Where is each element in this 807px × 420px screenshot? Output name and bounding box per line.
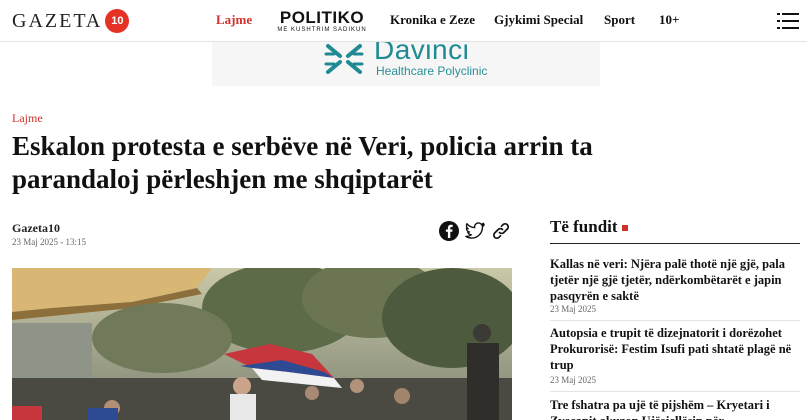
protest-photo-image bbox=[12, 268, 512, 420]
news-separator bbox=[550, 320, 800, 321]
nav-item-gjykimi[interactable]: Gjykimi Special bbox=[494, 12, 583, 28]
ad-banner[interactable]: Davinci Healthcare Polyclinic bbox=[212, 42, 600, 86]
logo-text: GAZETA bbox=[12, 9, 103, 32]
article-headline: Eskalon protesta e serbëve në Veri, poli… bbox=[12, 131, 593, 194]
davinci-logo-icon bbox=[324, 44, 364, 74]
site-header: GAZETA 10 Lajme POLITIKO ME KUSHTRIM SAD… bbox=[0, 0, 807, 42]
nav-item-10plus[interactable]: 10+ bbox=[659, 12, 679, 28]
latest-news-item-date: 23 Maj 2025 bbox=[550, 304, 596, 314]
nav-item-politiko[interactable]: POLITIKO ME KUSHTRIM SADIKUN bbox=[276, 9, 368, 34]
article-photo[interactable] bbox=[12, 268, 512, 420]
sidebar-title: Të fundit bbox=[550, 217, 628, 237]
politiko-subtitle: ME KUSHTRIM SADIKUN bbox=[277, 27, 367, 33]
article-author[interactable]: Gazeta10 bbox=[12, 221, 60, 236]
article-date: 23 Maj 2025 - 13:15 bbox=[12, 237, 86, 247]
red-square-icon bbox=[621, 225, 628, 232]
site-logo[interactable]: GAZETA 10 bbox=[12, 8, 130, 34]
article-category[interactable]: Lajme bbox=[12, 111, 43, 126]
latest-news-item-title[interactable]: Autopsia e trupit të dizejnatorit i dorë… bbox=[550, 325, 795, 373]
ad-subtitle: Healthcare Polyclinic bbox=[376, 64, 488, 78]
nav-item-kronika[interactable]: Kronika e Zeze bbox=[390, 12, 475, 28]
twitter-icon[interactable] bbox=[464, 220, 486, 242]
sidebar-divider bbox=[550, 243, 800, 244]
news-separator bbox=[550, 391, 800, 392]
politiko-logo-text: POLITIKO bbox=[279, 8, 365, 27]
nav-item-sport[interactable]: Sport bbox=[604, 12, 635, 28]
latest-news-item-title[interactable]: Kallas në veri: Njëra palë thotë një gjë… bbox=[550, 256, 795, 304]
nav-item-lajme[interactable]: Lajme bbox=[216, 12, 252, 28]
link-icon[interactable] bbox=[490, 220, 512, 242]
logo-badge: 10 bbox=[105, 9, 130, 33]
latest-news-item-date: 23 Maj 2025 bbox=[550, 375, 596, 385]
hamburger-menu-icon[interactable] bbox=[777, 12, 799, 30]
latest-news-item-title[interactable]: Tre fshatra pa ujë të pijshëm – Kryetari… bbox=[550, 397, 795, 420]
sidebar-title-text: Të fundit bbox=[550, 217, 618, 236]
facebook-icon[interactable] bbox=[438, 220, 460, 242]
ad-title: Davinci bbox=[374, 42, 470, 65]
